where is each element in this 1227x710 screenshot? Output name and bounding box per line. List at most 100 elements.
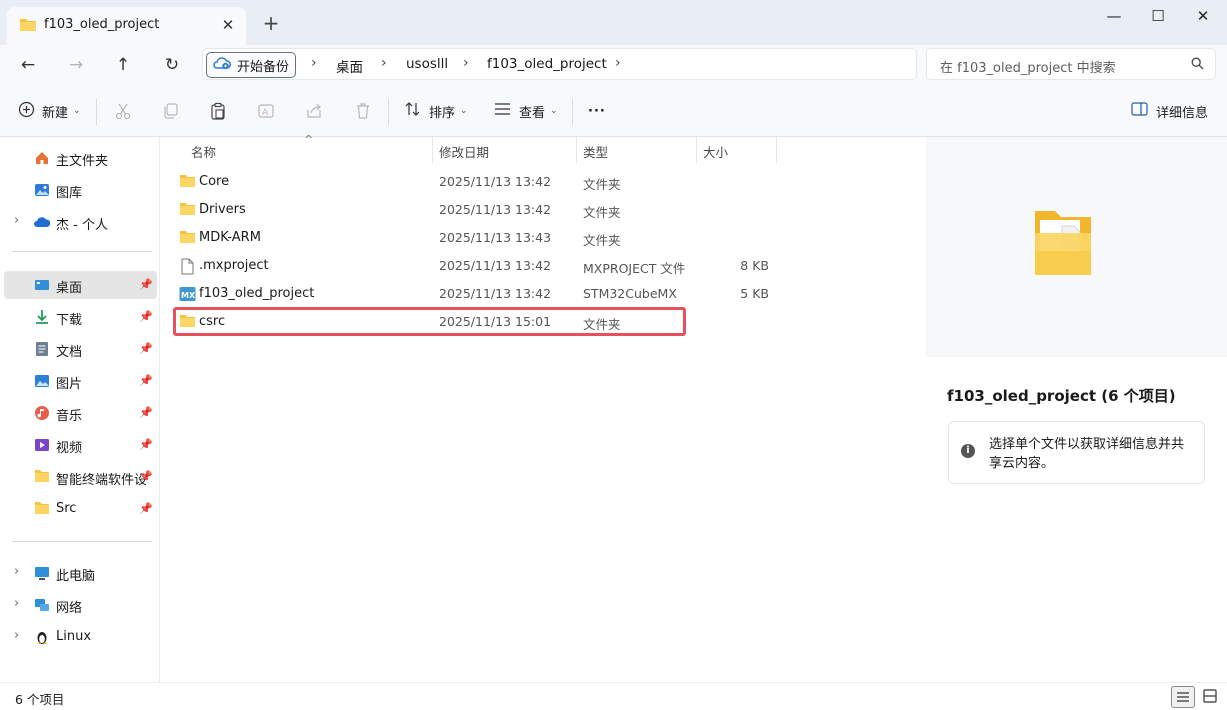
- sidebar-item-label: 图片: [56, 377, 83, 392]
- view-button[interactable]: 查看 ⌄: [494, 99, 558, 123]
- divider: [572, 99, 573, 125]
- back-button[interactable]: ←: [13, 52, 43, 78]
- divider: [388, 99, 389, 125]
- sidebar-item-network[interactable]: › 网络: [4, 591, 157, 619]
- cloud-backup-icon: [213, 55, 231, 75]
- column-divider[interactable]: [576, 137, 577, 163]
- folder-icon: [179, 202, 196, 220]
- chevron-right-icon[interactable]: ›: [14, 596, 19, 611]
- new-button[interactable]: 新建 ⌄: [18, 99, 81, 123]
- sidebar-item-label: Src: [56, 501, 77, 516]
- sidebar-item-home[interactable]: 主文件夹: [4, 144, 157, 172]
- chevron-right-icon[interactable]: ›: [14, 564, 19, 579]
- file-row-mdk-arm[interactable]: MDK-ARM 2025/11/13 13:43 文件夹: [173, 224, 773, 252]
- file-name: .mxproject: [199, 258, 269, 273]
- new-tab-button[interactable]: +: [261, 13, 281, 33]
- sidebar-item-linux[interactable]: › Linux: [4, 623, 157, 651]
- close-window-button[interactable]: ✕: [1183, 4, 1223, 28]
- address-bar[interactable]: 开始备份 › 桌面 › usoslll › f103_oled_project …: [202, 48, 917, 80]
- sidebar-item-videos[interactable]: 视频 📌: [4, 431, 157, 459]
- tab-title: f103_oled_project: [44, 17, 160, 32]
- details-view-button[interactable]: [1171, 686, 1195, 708]
- details-info-text: 选择单个文件以获取详细信息并共享云内容。: [989, 437, 1185, 471]
- file-type: STM32CubeMX: [583, 286, 677, 301]
- sidebar-item-onedrive-personal[interactable]: › 杰 - 个人: [4, 208, 157, 236]
- sidebar-item-pictures[interactable]: 图片 📌: [4, 367, 157, 395]
- sidebar-item-this-pc[interactable]: › 此电脑: [4, 559, 157, 587]
- search-box[interactable]: 在 f103_oled_project 中搜索: [926, 48, 1216, 80]
- column-divider[interactable]: [432, 137, 433, 163]
- sidebar-item-label: 桌面: [56, 281, 83, 296]
- pin-icon[interactable]: 📌: [139, 310, 153, 323]
- sidebar-item-smart-terminal-folder[interactable]: 智能终端软件设 📌: [4, 463, 157, 491]
- chevron-down-icon: ⌄: [73, 106, 81, 116]
- file-row-mxproject[interactable]: .mxproject 2025/11/13 13:42 MXPROJECT 文件…: [173, 252, 773, 280]
- details-view-icon: [1177, 692, 1189, 702]
- sidebar-item-music[interactable]: 音乐 📌: [4, 399, 157, 427]
- pin-icon[interactable]: 📌: [139, 406, 153, 419]
- pin-icon[interactable]: 📌: [139, 278, 153, 291]
- file-row-drivers[interactable]: Drivers 2025/11/13 13:42 文件夹: [173, 196, 773, 224]
- column-divider[interactable]: [776, 137, 777, 163]
- new-label: 新建: [42, 105, 69, 121]
- breadcrumb-usoslll[interactable]: usoslll: [406, 56, 448, 72]
- column-divider[interactable]: [696, 137, 697, 163]
- minimize-button[interactable]: —: [1094, 4, 1134, 28]
- video-icon: [34, 437, 50, 453]
- sort-label: 排序: [429, 105, 456, 121]
- sidebar-item-label: 下载: [56, 313, 83, 328]
- pictures-icon: [34, 373, 50, 389]
- sort-button[interactable]: 排序 ⌄: [405, 99, 468, 123]
- maximize-button[interactable]: ☐: [1138, 4, 1178, 28]
- sidebar-item-label: 网络: [56, 601, 83, 616]
- sidebar-divider: [12, 541, 152, 542]
- column-header-size[interactable]: 大小: [703, 142, 728, 161]
- sidebar-item-gallery[interactable]: 图库: [4, 176, 157, 204]
- tiles-view-button[interactable]: [1199, 686, 1223, 708]
- file-type: 文件夹: [583, 205, 621, 220]
- pin-icon[interactable]: 📌: [139, 438, 153, 451]
- breadcrumb-desktop[interactable]: 桌面: [336, 56, 363, 76]
- file-row-f103-oled-project[interactable]: MX f103_oled_project 2025/11/13 13:42 ST…: [173, 280, 773, 308]
- refresh-button[interactable]: ↻: [157, 52, 187, 78]
- sort-icon: [405, 101, 421, 121]
- up-button[interactable]: ↑: [108, 52, 138, 78]
- file-size: 5 KB: [740, 286, 769, 301]
- pin-icon[interactable]: 📌: [139, 470, 153, 483]
- column-header-modified[interactable]: 修改日期: [439, 142, 489, 161]
- rename-icon[interactable]: A: [257, 102, 277, 122]
- details-pane-button[interactable]: 详细信息: [1131, 99, 1208, 123]
- tab-f103-oled-project[interactable]: f103_oled_project ✕: [7, 7, 246, 45]
- chevron-right-icon[interactable]: ›: [14, 628, 19, 643]
- tab-close-icon[interactable]: ✕: [218, 15, 238, 35]
- sidebar-item-desktop[interactable]: 桌面 📌: [4, 271, 157, 299]
- paste-icon[interactable]: [209, 102, 229, 122]
- sort-ascending-icon: ^: [304, 133, 314, 146]
- forward-button[interactable]: →: [61, 52, 91, 78]
- breadcrumb-f103-oled-project[interactable]: f103_oled_project: [487, 56, 607, 72]
- delete-icon[interactable]: [354, 102, 374, 122]
- sidebar-item-downloads[interactable]: 下载 📌: [4, 303, 157, 331]
- sidebar-item-label: 文档: [56, 345, 83, 360]
- pin-icon[interactable]: 📌: [139, 342, 153, 355]
- sidebar-item-label: 智能终端软件设: [56, 473, 146, 488]
- chevron-down-icon: ⌄: [550, 106, 558, 116]
- column-header-type[interactable]: 类型: [583, 142, 608, 161]
- column-header-name[interactable]: 名称: [191, 142, 216, 161]
- gallery-icon: [34, 182, 50, 198]
- pin-icon[interactable]: 📌: [139, 502, 153, 515]
- copy-icon[interactable]: [162, 102, 182, 122]
- file-modified: 2025/11/13 13:42: [439, 202, 552, 217]
- file-modified: 2025/11/13 13:43: [439, 230, 552, 245]
- more-options-button[interactable]: ···: [588, 99, 606, 123]
- preview-area: [926, 137, 1227, 357]
- sidebar-item-src[interactable]: Src 📌: [4, 495, 157, 523]
- chevron-right-icon[interactable]: ›: [14, 213, 19, 228]
- cubemx-icon: MX: [179, 286, 196, 306]
- file-row-core[interactable]: Core 2025/11/13 13:42 文件夹: [173, 168, 773, 196]
- start-backup-button[interactable]: 开始备份: [206, 52, 297, 78]
- cut-icon[interactable]: [114, 102, 134, 122]
- pin-icon[interactable]: 📌: [139, 374, 153, 387]
- sidebar-item-documents[interactable]: 文档 📌: [4, 335, 157, 363]
- share-icon[interactable]: [305, 102, 325, 122]
